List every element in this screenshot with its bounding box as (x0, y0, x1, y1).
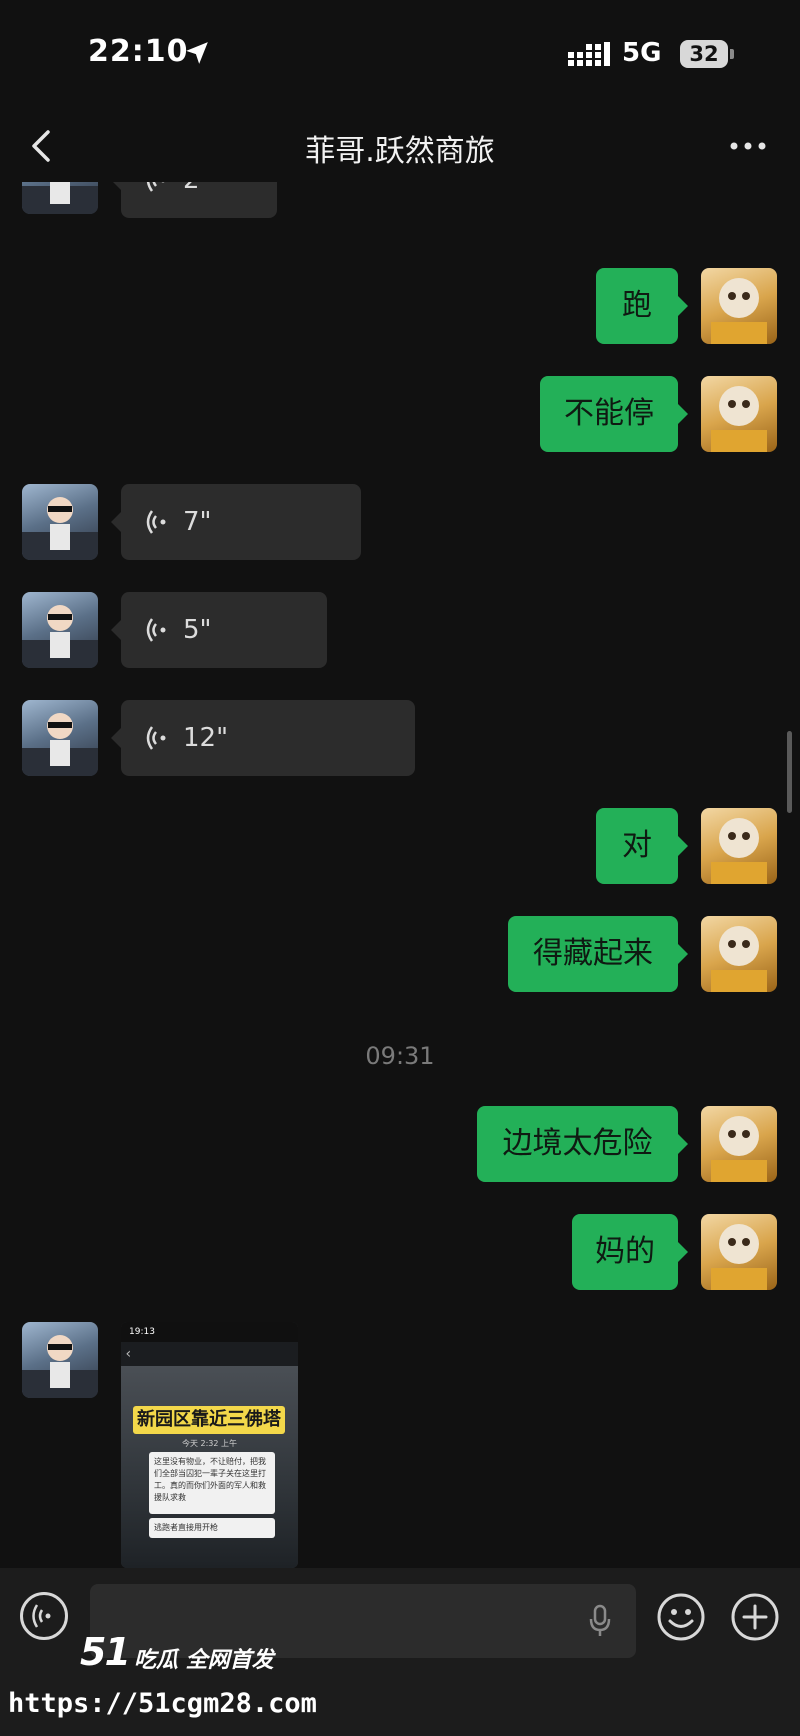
chat-header: 菲哥.跃然商旅 (0, 110, 800, 183)
shared-image-banner: 新园区靠近三佛塔 (133, 1406, 285, 1434)
battery-level: 32 (680, 40, 728, 68)
battery-cap (730, 49, 734, 59)
voice-message[interactable]: 12" (111, 700, 415, 776)
contact-avatar-image (22, 182, 98, 214)
contact-avatar-image (22, 713, 98, 776)
shared-image-card: 这里没有物业，不让赔付，把我们全部当囚犯一辈子关在这里打工。真的而你们外面的军人… (149, 1452, 275, 1514)
voice-message[interactable]: 7" (111, 484, 361, 560)
avatar[interactable] (22, 592, 98, 668)
self-avatar-image (711, 818, 767, 884)
message-text: 得藏起来 (533, 936, 653, 971)
text-message[interactable]: 边境太危险 (477, 1106, 688, 1182)
voice-wave-icon (146, 182, 165, 192)
microphone-icon[interactable] (588, 1604, 612, 1638)
voice-duration: 12" (183, 723, 229, 753)
voice-message[interactable]: 2" (111, 182, 277, 218)
plus-icon[interactable] (730, 1592, 780, 1642)
avatar[interactable] (701, 808, 777, 884)
voice-wave-icon (146, 618, 166, 642)
message-list[interactable]: 2" 跑 不能停 7" 5" 12" 对 得藏起来 09: (0, 182, 800, 1568)
shared-image-navbar: ‹ (121, 1342, 298, 1366)
watermark-tagline: 吃瓜 全网首发 (134, 1648, 274, 1673)
text-message[interactable]: 妈的 (572, 1214, 688, 1290)
avatar[interactable] (22, 182, 98, 214)
shared-image-status-time: 19:13 (121, 1322, 298, 1342)
self-avatar-image (711, 1116, 767, 1182)
voice-message[interactable]: 5" (111, 592, 327, 668)
signal-icon (568, 42, 610, 66)
voice-wave-icon (146, 726, 166, 750)
voice-wave-icon (146, 510, 166, 534)
contact-avatar-image (22, 605, 98, 668)
watermark: 51 吃瓜 全网首发 https://51cgm28.com (8, 1630, 317, 1730)
text-message[interactable]: 得藏起来 (508, 916, 688, 992)
status-bar: 22:10 5G 32 (0, 0, 800, 110)
image-message[interactable]: 19:13 ‹ 新园区靠近三佛塔 今天 2:32 上午 这里没有物业，不让赔付，… (121, 1322, 298, 1568)
self-avatar-image (711, 926, 767, 992)
watermark-logo: 51 (80, 1630, 131, 1674)
shared-image-card2: 逃跑者直接用开枪 (149, 1518, 275, 1538)
message-timestamp: 09:31 (365, 1042, 435, 1070)
avatar[interactable] (701, 376, 777, 452)
emoji-icon[interactable] (656, 1592, 706, 1642)
text-message[interactable]: 不能停 (540, 376, 688, 452)
avatar[interactable] (22, 1322, 98, 1398)
message-text: 跑 (622, 288, 652, 323)
avatar[interactable] (22, 700, 98, 776)
message-text: 对 (622, 828, 652, 863)
voice-duration: 5" (183, 615, 212, 645)
message-text: 不能停 (564, 396, 654, 431)
location-arrow-icon (186, 42, 208, 64)
avatar[interactable] (701, 268, 777, 344)
chat-title: 菲哥.跃然商旅 (305, 134, 495, 169)
status-time: 22:10 (88, 34, 189, 69)
more-icon[interactable] (726, 132, 770, 160)
avatar[interactable] (701, 1214, 777, 1290)
watermark-url: https://51cgm28.com (8, 1688, 317, 1719)
scrollbar[interactable] (787, 731, 792, 813)
self-avatar-image (711, 278, 767, 344)
message-text: 边境太危险 (502, 1126, 653, 1161)
shared-image-time: 今天 2:32 上午 (181, 1439, 238, 1448)
contact-avatar-image (22, 497, 98, 560)
contact-avatar-image (22, 1335, 98, 1398)
self-avatar-image (711, 1224, 767, 1290)
network-type: 5G (622, 38, 662, 68)
self-avatar-image (711, 386, 767, 452)
message-text: 妈的 (595, 1234, 655, 1269)
avatar[interactable] (701, 916, 777, 992)
avatar[interactable] (22, 484, 98, 560)
voice-duration: 7" (183, 507, 212, 537)
voice-duration: 2" (183, 182, 212, 218)
avatar[interactable] (701, 1106, 777, 1182)
text-message[interactable]: 对 (596, 808, 688, 884)
text-message[interactable]: 跑 (596, 268, 688, 344)
